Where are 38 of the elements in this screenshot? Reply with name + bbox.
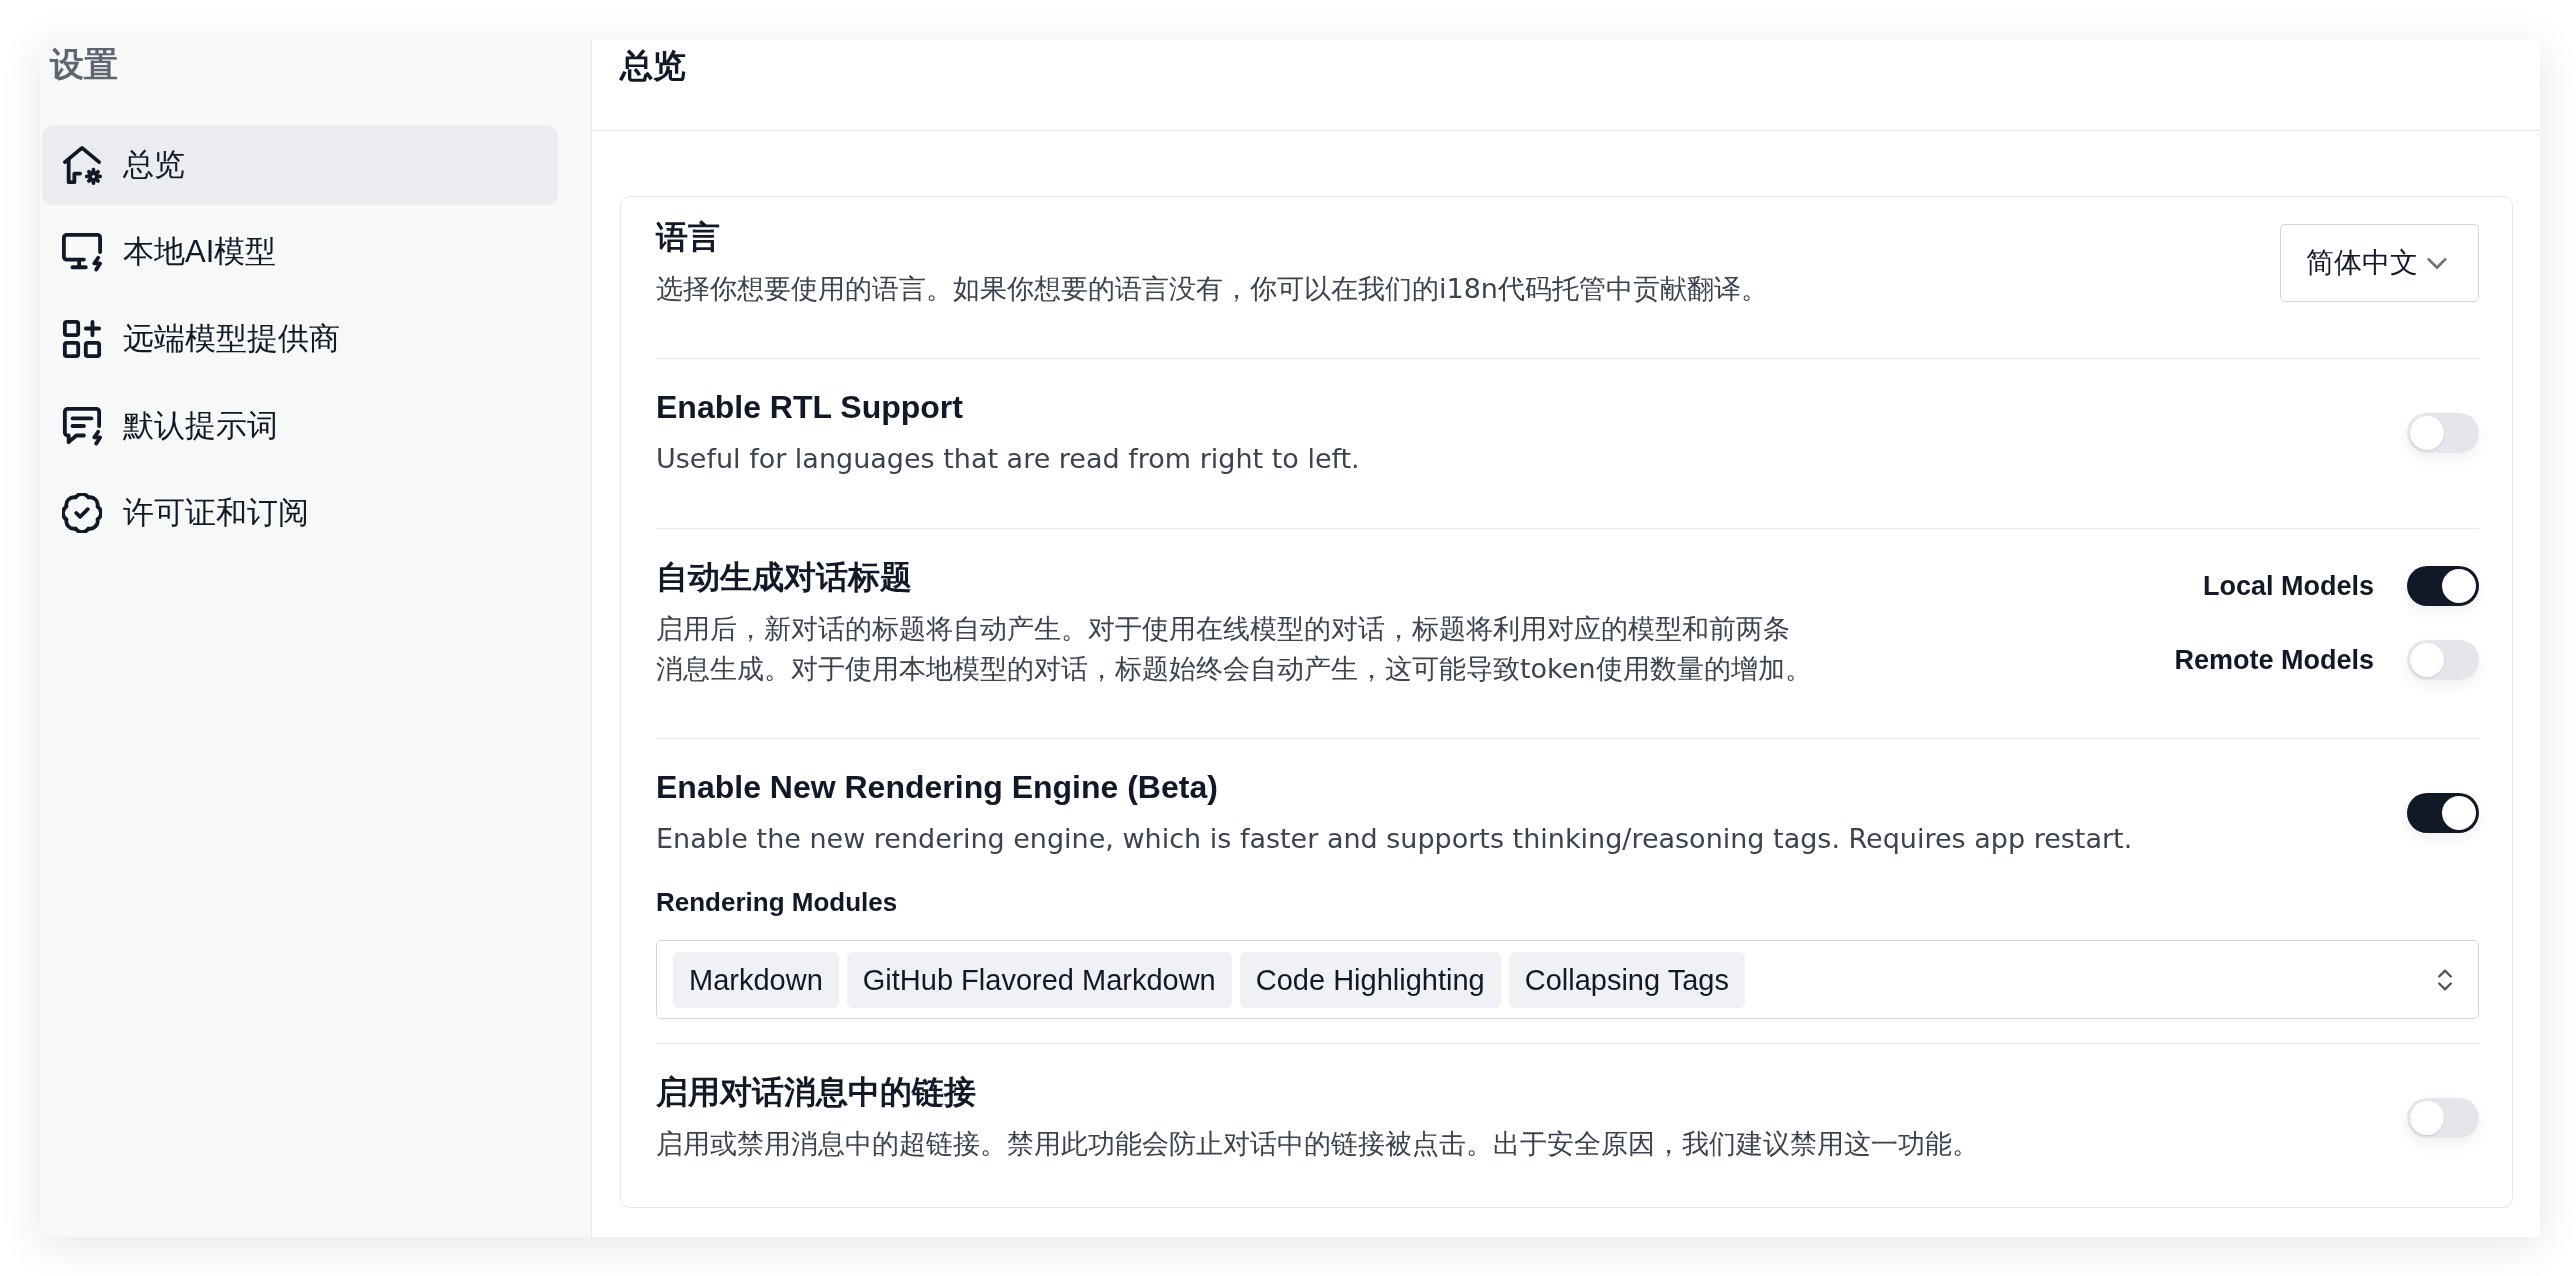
sidebar-item[interactable]: 总览 bbox=[42, 125, 558, 205]
house-gear-icon bbox=[62, 145, 102, 185]
toggle-switch[interactable] bbox=[2407, 793, 2479, 833]
setting-description: 启用或禁用消息中的超链接。禁用此功能会防止对话中的链接被点击。出于安全原因，我们建议禁用这一功能。 bbox=[656, 1127, 1979, 1161]
message-bolt-icon bbox=[62, 406, 102, 446]
monitor-bolt-icon bbox=[62, 232, 102, 272]
setting-description: 启用后，新对话的标题将自动产生。对于使用在线模型的对话，标题将利用对应的模型和前两条消息生成。对于使用本地模型的对话，标题始终会自动产生，这可能导致token使用数量的增加。 bbox=[656, 612, 1813, 686]
module-tag: Collapsing Tags bbox=[1508, 951, 1745, 1008]
setting-description: 选择你想要使用的语言。如果你想要的语言没有，你可以在我们的i18n代码托管中贡献翻译。 bbox=[656, 272, 1768, 306]
setting-description: Enable the new rendering engine, which is faster and supports thinking/reasoning tags. Requires app restart. bbox=[656, 822, 2133, 856]
chevrons-up-down-icon bbox=[2438, 968, 2452, 991]
badge-check-icon bbox=[62, 493, 102, 533]
sidebar-item[interactable]: 本地AI模型 bbox=[42, 212, 558, 292]
sidebar-item[interactable]: 默认提示词 bbox=[42, 386, 558, 466]
toggle-switch[interactable] bbox=[2407, 566, 2479, 606]
module-tag: Code Highlighting bbox=[1239, 951, 1501, 1008]
setting-title: 启用对话消息中的链接 bbox=[656, 1073, 976, 1112]
toggle-switch[interactable] bbox=[2407, 640, 2479, 680]
sidebar-item[interactable]: 许可证和订阅 bbox=[42, 473, 558, 553]
toggle-label: Remote Models bbox=[2174, 644, 2374, 677]
setting-title: Enable New Rendering Engine (Beta) bbox=[656, 768, 1218, 807]
toggle-switch[interactable] bbox=[2407, 413, 2479, 453]
sidebar-item[interactable]: 远端模型提供商 bbox=[42, 299, 558, 379]
sidebar-title: 设置 bbox=[50, 44, 118, 85]
setting-title: Enable RTL Support bbox=[656, 388, 963, 427]
grid-plus-icon bbox=[62, 319, 102, 359]
language-select[interactable]: 简体中文 bbox=[2280, 224, 2479, 302]
field-label: Rendering Modules bbox=[656, 886, 898, 919]
module-tag: GitHub Flavored Markdown bbox=[846, 951, 1232, 1008]
setting-description: Useful for languages that are read from right to left. bbox=[656, 442, 1360, 476]
page-title: 总览 bbox=[620, 46, 686, 86]
modules-select-field[interactable]: Markdown GitHub Flavored Markdown Code Highlighting Collapsing Tags bbox=[656, 940, 2479, 1019]
toggle-label: Local Models bbox=[2202, 570, 2374, 603]
module-tag: Markdown bbox=[673, 951, 839, 1008]
chevron-down-icon bbox=[2427, 257, 2447, 269]
toggle-switch[interactable] bbox=[2407, 1098, 2479, 1138]
setting-title: 语言 bbox=[656, 218, 720, 257]
setting-title: 自动生成对话标题 bbox=[656, 558, 912, 597]
